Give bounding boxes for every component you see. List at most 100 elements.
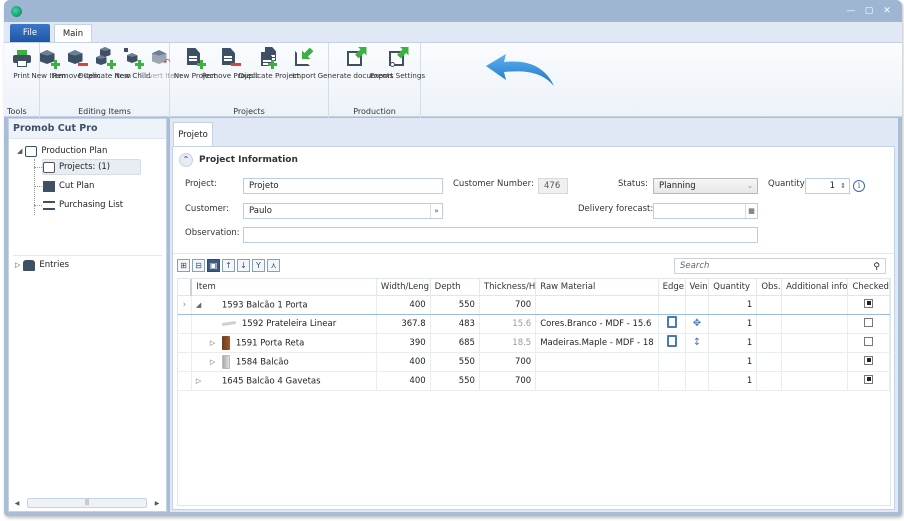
quantity-cell[interactable]: 1 (708, 333, 758, 353)
width-cell[interactable]: 400 (376, 352, 431, 372)
tree-node-purchasing-list[interactable]: Purchasing List (43, 197, 123, 213)
edge-cell[interactable] (658, 333, 686, 353)
collapsed-triangle-icon[interactable]: ▷ (210, 358, 220, 366)
row-selector[interactable] (178, 352, 192, 372)
column-header[interactable]: Depth (430, 279, 480, 296)
additional-info-cell[interactable] (781, 371, 849, 391)
spinner-icon[interactable]: ⇕ (840, 179, 846, 193)
checked-cell[interactable] (847, 294, 890, 315)
project-input[interactable]: Projeto (243, 178, 443, 194)
edge-cell[interactable] (658, 314, 686, 334)
raw-material-cell[interactable] (535, 371, 659, 391)
column-header[interactable]: Additional info (781, 279, 849, 296)
item-cell[interactable]: ▷ 1584 Balcão (191, 352, 377, 372)
column-header[interactable]: Edge (658, 279, 686, 296)
checkbox[interactable] (864, 298, 874, 308)
move-down-icon[interactable]: ↓ (237, 259, 250, 272)
column-header[interactable]: Raw Material (535, 279, 659, 296)
depth-cell[interactable]: 685 (430, 333, 480, 353)
quantity-stepper[interactable]: 1 ⇕ (805, 178, 850, 194)
width-cell[interactable]: 400 (376, 294, 431, 315)
checkbox[interactable] (864, 317, 874, 327)
checked-cell[interactable] (847, 371, 890, 391)
obs-cell[interactable] (756, 294, 783, 315)
collapsed-triangle-icon[interactable]: ▷ (15, 257, 20, 273)
tree-node-entries[interactable]: ▷ Entries (15, 257, 69, 273)
quantity-cell[interactable]: 1 (708, 352, 758, 372)
table-row[interactable]: 1592 Prateleira Linear 367.8 483 15.6 Cores.… (178, 314, 890, 334)
width-cell[interactable]: 390 (376, 333, 431, 353)
column-header[interactable]: Checked (847, 279, 890, 296)
scrollbar-thumb[interactable]: || (27, 498, 147, 508)
vein-cell[interactable] (685, 352, 710, 372)
tree-node-production-plan[interactable]: ◢ Production Plan (17, 143, 107, 159)
item-cell[interactable]: 1592 Prateleira Linear (191, 314, 377, 334)
raw-material-cell[interactable] (535, 352, 659, 372)
split-icon[interactable]: ⋏ (267, 259, 280, 272)
quantity-cell[interactable]: 1 (708, 371, 758, 391)
checked-cell[interactable] (847, 333, 890, 353)
additional-info-cell[interactable] (781, 333, 849, 353)
column-header[interactable]: Thickness/H (479, 279, 537, 296)
column-header[interactable]: Vein (685, 279, 710, 296)
table-row[interactable]: ▷ 1645 Balcão 4 Gavetas 400 550 700 1 (178, 371, 890, 391)
quantity-cell[interactable]: 1 (708, 294, 758, 315)
tree-node-cut-plan[interactable]: Cut Plan (43, 178, 94, 194)
expanded-triangle-icon[interactable]: ◢ (17, 143, 22, 159)
info-icon[interactable]: i (853, 180, 865, 192)
expanded-triangle-icon[interactable]: ◢ (196, 301, 206, 309)
depth-cell[interactable]: 550 (430, 352, 480, 372)
checked-cell[interactable] (847, 352, 890, 372)
maximize-icon[interactable]: ▢ (864, 6, 874, 16)
depth-cell[interactable]: 550 (430, 294, 480, 315)
edge-cell[interactable] (658, 371, 686, 391)
width-cell[interactable]: 400 (376, 371, 431, 391)
item-cell[interactable]: ▷ 1645 Balcão 4 Gavetas (191, 371, 377, 391)
quantity-cell[interactable]: 1 (708, 314, 758, 334)
vein-cell[interactable]: ↕ (685, 333, 710, 353)
thickness-cell[interactable]: 700 (479, 352, 537, 372)
duplicate-project-button[interactable]: Duplicate Project (238, 47, 300, 80)
collapsed-triangle-icon[interactable]: ▷ (210, 339, 220, 347)
row-selector[interactable] (178, 333, 192, 353)
additional-info-cell[interactable] (781, 352, 849, 372)
tab-file[interactable]: File (10, 24, 50, 42)
collapsed-triangle-icon[interactable]: ▷ (196, 377, 206, 385)
obs-cell[interactable] (756, 333, 783, 353)
item-cell[interactable]: ◢ 1593 Balcão 1 Porta (191, 294, 377, 315)
tab-main[interactable]: Main (54, 24, 92, 42)
thickness-cell[interactable]: 700 (479, 371, 537, 391)
export-settings-button[interactable]: Export Settings (370, 47, 425, 80)
status-select[interactable]: Planning ⌄ (653, 178, 758, 194)
delivery-forecast-input[interactable]: ▦ (653, 203, 758, 219)
scroll-right-icon[interactable]: ▶ (151, 500, 163, 507)
depth-cell[interactable]: 550 (430, 371, 480, 391)
checkbox[interactable] (864, 336, 874, 346)
obs-cell[interactable] (756, 314, 783, 334)
checkbox[interactable] (864, 374, 874, 384)
table-row[interactable]: ▷ 1584 Balcão 400 550 700 1 (178, 352, 890, 372)
additional-info-cell[interactable] (781, 314, 849, 334)
minimize-icon[interactable]: — (846, 6, 856, 16)
raw-material-cell[interactable]: Madeiras.Maple - MDF - 18 (535, 333, 659, 353)
table-row[interactable]: › ◢ 1593 Balcão 1 Porta 400 550 700 1 (178, 294, 890, 315)
close-icon[interactable]: ✕ (882, 6, 892, 16)
toggle-view-icon[interactable]: ▣ (207, 259, 220, 272)
obs-cell[interactable] (756, 371, 783, 391)
row-selector[interactable] (178, 314, 192, 334)
obs-cell[interactable] (756, 352, 783, 372)
tree-node-projects[interactable]: Projects: (1) (42, 159, 142, 175)
edge-cell[interactable] (658, 352, 686, 372)
depth-cell[interactable]: 483 (430, 314, 480, 334)
move-up-icon[interactable]: ↑ (222, 259, 235, 272)
vein-cell[interactable] (685, 371, 710, 391)
thickness-cell[interactable]: 700 (479, 294, 537, 315)
customer-input[interactable]: Paulo » (243, 203, 443, 219)
horizontal-scrollbar[interactable]: ◀ || ▶ (11, 497, 163, 509)
observation-input[interactable] (243, 227, 758, 243)
width-cell[interactable]: 367.8 (376, 314, 431, 334)
item-cell[interactable]: ▷ 1591 Porta Reta (191, 333, 377, 353)
thickness-cell[interactable]: 15.6 (479, 314, 537, 334)
vein-cell[interactable] (685, 294, 710, 315)
checkbox[interactable] (864, 355, 874, 365)
